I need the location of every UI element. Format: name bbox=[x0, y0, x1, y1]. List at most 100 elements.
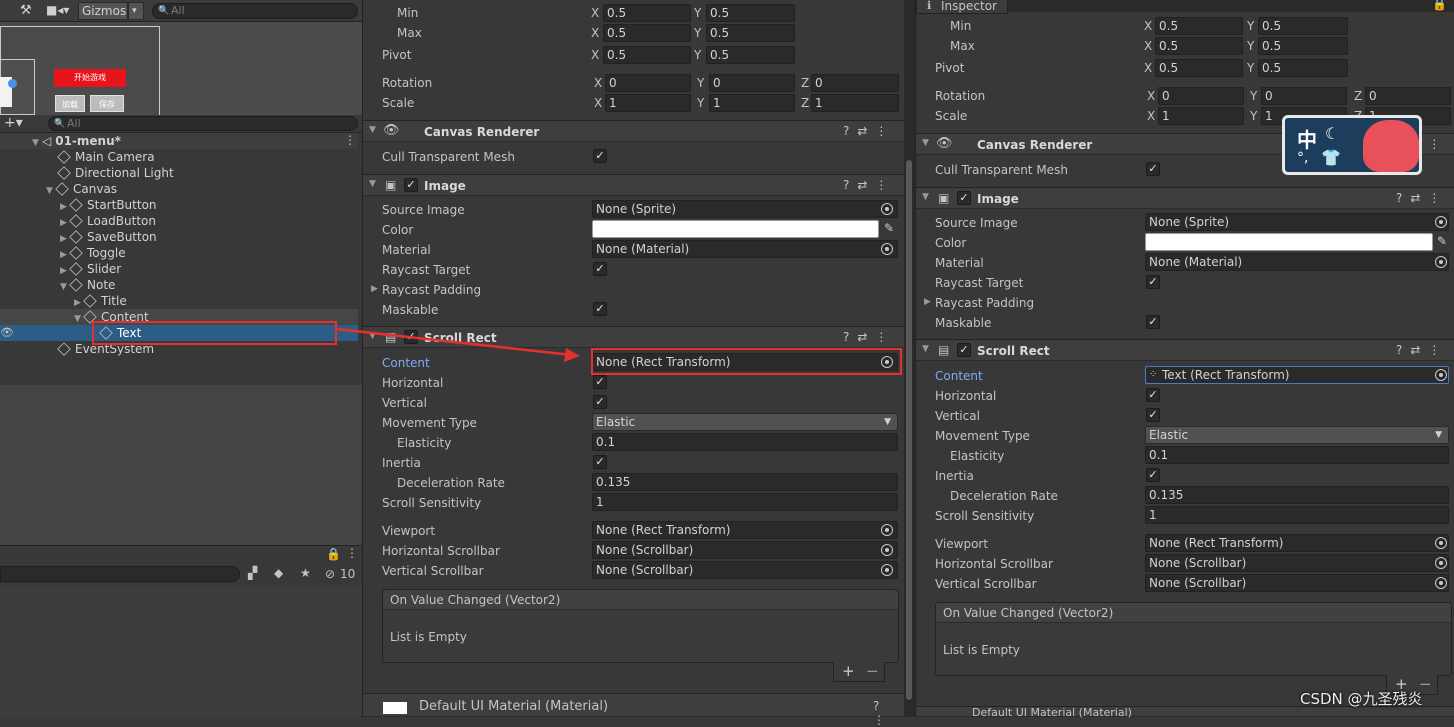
anchor-min-x-field[interactable]: 0.5 bbox=[1155, 17, 1243, 35]
elasticity-field[interactable]: 0.1 bbox=[592, 433, 898, 451]
project-search-input[interactable] bbox=[0, 566, 240, 582]
viewport-field[interactable]: None (Rect Transform) bbox=[1145, 534, 1449, 552]
expand-icon[interactable]: ▶ bbox=[371, 284, 378, 294]
horizontal-scrollbar-field[interactable]: None (Scrollbar) bbox=[592, 541, 898, 559]
elasticity-field[interactable]: 0.1 bbox=[1145, 446, 1449, 464]
lock-icon[interactable]: 🔒 bbox=[1432, 0, 1447, 11]
kebab-menu-icon[interactable]: ⋮ bbox=[346, 546, 358, 560]
scale-x-field[interactable]: 1 bbox=[605, 94, 691, 112]
hierarchy-item-savebutton[interactable]: ▶ SaveButton bbox=[60, 229, 157, 245]
anchor-max-x-field[interactable]: 0.5 bbox=[603, 24, 691, 42]
scale-x-field[interactable]: 1 bbox=[1158, 107, 1244, 125]
content-field[interactable]: ⁘ Text (Rect Transform) bbox=[1145, 366, 1449, 384]
movement-type-dropdown[interactable]: Elastic ▼ bbox=[592, 413, 898, 431]
anchor-min-y-field[interactable]: 0.5 bbox=[706, 4, 795, 22]
source-image-field[interactable]: None (Sprite) bbox=[1145, 213, 1449, 231]
ime-language-indicator[interactable]: 中 bbox=[1297, 124, 1317, 153]
object-picker-icon[interactable] bbox=[1435, 577, 1447, 589]
object-picker-icon[interactable] bbox=[881, 524, 893, 536]
horizontal-checkbox[interactable]: ✓ bbox=[1146, 388, 1160, 402]
footer-header-icons[interactable]: ?⋮ bbox=[873, 699, 905, 727]
cull-mesh-checkbox[interactable]: ✓ bbox=[1146, 162, 1160, 176]
scroll-rect-enabled-checkbox[interactable]: ✓ bbox=[957, 343, 971, 357]
color-swatch[interactable] bbox=[1145, 233, 1433, 251]
scroll-sensitivity-field[interactable]: 1 bbox=[1145, 506, 1449, 524]
movement-type-dropdown[interactable]: Elastic ▼ bbox=[1145, 426, 1449, 444]
moon-icon[interactable]: ☾ bbox=[1325, 124, 1339, 143]
horizontal-scrollbar-field[interactable]: None (Scrollbar) bbox=[1145, 554, 1449, 572]
source-image-field[interactable]: None (Sprite) bbox=[592, 200, 898, 218]
scene-root-item[interactable]: ▼ ◁ 01-menu* bbox=[32, 133, 121, 149]
hierarchy-item-main-camera[interactable]: Main Camera bbox=[57, 149, 155, 165]
deceleration-rate-field[interactable]: 0.135 bbox=[592, 473, 898, 491]
remove-listener-icon[interactable]: − bbox=[866, 662, 879, 680]
vertical-checkbox[interactable]: ✓ bbox=[1146, 408, 1160, 422]
component-header-icons[interactable]: ?⇄⋮ bbox=[1396, 343, 1448, 357]
rotation-y-field[interactable]: 0 bbox=[1261, 87, 1347, 105]
tab-inspector[interactable]: ℹ Inspector bbox=[916, 0, 1008, 14]
scale-y-field[interactable]: 1 bbox=[709, 94, 795, 112]
object-picker-icon[interactable] bbox=[1435, 256, 1447, 268]
hidden-packages-icon[interactable]: ⊘ bbox=[325, 567, 335, 581]
horizontal-checkbox[interactable]: ✓ bbox=[593, 375, 607, 389]
pivot-y-field[interactable]: 0.5 bbox=[1258, 59, 1348, 77]
collapse-icon[interactable]: ▼ bbox=[46, 183, 56, 199]
inertia-checkbox[interactable]: ✓ bbox=[1146, 468, 1160, 482]
component-header-icons[interactable]: ?⇄⋮ bbox=[1396, 191, 1448, 205]
object-picker-icon[interactable] bbox=[1435, 216, 1447, 228]
scroll-rect-header[interactable]: ▼ ▤ ✓ Scroll Rect ?⇄⋮ bbox=[916, 339, 1454, 361]
deceleration-rate-field[interactable]: 0.135 bbox=[1145, 486, 1449, 504]
raycast-target-checkbox[interactable]: ✓ bbox=[593, 262, 607, 276]
object-picker-icon[interactable] bbox=[881, 203, 893, 215]
material-field[interactable]: None (Material) bbox=[592, 240, 898, 258]
hierarchy-item-note[interactable]: ▼ Note bbox=[60, 277, 115, 293]
component-header-icons[interactable]: ?⇄⋮ bbox=[843, 124, 895, 138]
object-picker-icon[interactable] bbox=[881, 564, 893, 576]
collapse-icon[interactable]: ▼ bbox=[922, 138, 929, 148]
gizmos-button[interactable]: Gizmos bbox=[78, 2, 128, 20]
hierarchy-item-title[interactable]: ▶ Title bbox=[74, 293, 127, 309]
anchor-max-x-field[interactable]: 0.5 bbox=[1155, 37, 1243, 55]
hierarchy-search-input[interactable]: 🔍 All bbox=[48, 116, 358, 131]
pivot-y-field[interactable]: 0.5 bbox=[706, 46, 795, 64]
inertia-checkbox[interactable]: ✓ bbox=[593, 455, 607, 469]
image-header[interactable]: ▼ ▣ ✓ Image ?⇄⋮ bbox=[363, 174, 905, 196]
color-swatch[interactable] bbox=[592, 220, 879, 238]
eyedropper-icon[interactable]: ✎ bbox=[884, 221, 894, 235]
rotation-x-field[interactable]: 0 bbox=[605, 74, 691, 92]
collapse-icon[interactable]: ▼ bbox=[369, 179, 376, 189]
hierarchy-item-loadbutton[interactable]: ▶ LoadButton bbox=[60, 213, 156, 229]
collapse-icon[interactable]: ▼ bbox=[369, 125, 376, 135]
hierarchy-item-slider[interactable]: ▶ Slider bbox=[60, 261, 121, 277]
rotation-y-field[interactable]: 0 bbox=[709, 74, 795, 92]
lock-icon[interactable]: 🔒 bbox=[326, 547, 341, 561]
viewport-field[interactable]: None (Rect Transform) bbox=[592, 521, 898, 539]
material-field[interactable]: None (Material) bbox=[1145, 253, 1449, 271]
hierarchy-item-canvas[interactable]: ▼ Canvas bbox=[46, 181, 117, 197]
object-picker-icon[interactable] bbox=[1435, 537, 1447, 549]
canvas-renderer-header[interactable]: ▼ 👁 Canvas Renderer ?⇄⋮ bbox=[363, 120, 905, 142]
component-header-icons[interactable]: ?⇄⋮ bbox=[843, 178, 895, 192]
cull-mesh-checkbox[interactable]: ✓ bbox=[593, 149, 607, 163]
maskable-checkbox[interactable]: ✓ bbox=[593, 302, 607, 316]
scene-search-input[interactable]: 🔍 All bbox=[152, 3, 358, 19]
object-picker-icon[interactable] bbox=[881, 243, 893, 255]
rotation-x-field[interactable]: 0 bbox=[1158, 87, 1244, 105]
pivot-handle[interactable] bbox=[8, 79, 17, 88]
hierarchy-item-directional-light[interactable]: Directional Light bbox=[57, 165, 174, 181]
collapse-icon[interactable]: ▼ bbox=[60, 279, 70, 295]
image-header[interactable]: ▼ ▣ ✓ Image ?⇄⋮ bbox=[916, 187, 1454, 209]
collapse-icon[interactable]: ▼ bbox=[922, 192, 929, 202]
scene-canvas[interactable]: 开始游戏 加载 保存 bbox=[0, 22, 362, 117]
hierarchy-item-toggle[interactable]: ▶ Toggle bbox=[60, 245, 126, 261]
vertical-scrollbar-field[interactable]: None (Scrollbar) bbox=[592, 561, 898, 579]
add-listener-icon[interactable]: + bbox=[842, 662, 855, 680]
kebab-menu-icon[interactable]: ⋮ bbox=[344, 133, 356, 147]
anchor-min-y-field[interactable]: 0.5 bbox=[1258, 17, 1348, 35]
rotation-z-field[interactable]: 0 bbox=[811, 74, 899, 92]
filter-label-icon[interactable]: ◆ bbox=[274, 566, 283, 580]
maskable-checkbox[interactable]: ✓ bbox=[1146, 315, 1160, 329]
pivot-x-field[interactable]: 0.5 bbox=[603, 46, 691, 64]
visibility-eye-icon[interactable]: 👁 bbox=[0, 326, 14, 339]
raycast-target-checkbox[interactable]: ✓ bbox=[1146, 275, 1160, 289]
